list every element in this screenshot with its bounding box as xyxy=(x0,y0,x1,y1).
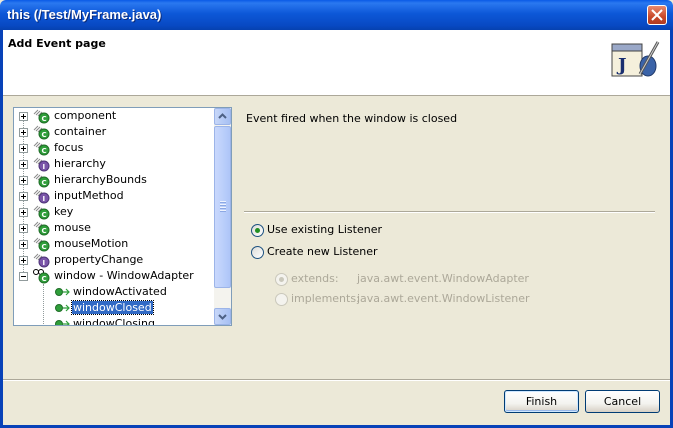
event-tree[interactable]: C component C container C focus I hierar… xyxy=(13,107,232,326)
tree-item-label: inputMethod xyxy=(54,189,124,202)
radio-button xyxy=(275,293,288,306)
tree-item-mouse[interactable]: C mouse xyxy=(14,220,214,236)
expand-icon[interactable] xyxy=(19,128,28,137)
class-event-icon: C xyxy=(33,269,50,284)
listener-method-icon xyxy=(55,288,70,296)
expand-icon[interactable] xyxy=(19,256,28,265)
tree-child-windowClosed[interactable]: windowClosed xyxy=(14,300,214,316)
collapse-icon[interactable] xyxy=(19,272,28,281)
class-event-icon: C xyxy=(33,109,50,124)
grip-line xyxy=(220,210,226,211)
radio-button xyxy=(275,273,288,286)
tree-item-label: key xyxy=(54,205,74,218)
radio-label: implements: xyxy=(291,292,360,305)
title-bar[interactable]: this (/Test/MyFrame.java) xyxy=(0,0,673,30)
svg-text:I: I xyxy=(43,195,46,203)
divider xyxy=(244,211,655,212)
svg-text:J: J xyxy=(616,55,627,76)
page-title: Add Event page xyxy=(8,37,106,50)
expand-icon[interactable] xyxy=(19,224,28,233)
expand-icon[interactable] xyxy=(19,160,28,169)
tree-item-hierarchy[interactable]: I hierarchy xyxy=(14,156,214,172)
tree-item-component[interactable]: C component xyxy=(14,108,214,124)
radio-button[interactable] xyxy=(251,246,264,259)
class-event-icon: C xyxy=(33,221,50,236)
class-event-icon: C xyxy=(33,173,50,188)
class-event-icon: C xyxy=(33,237,50,252)
svg-text:I: I xyxy=(43,163,46,171)
scroll-thumb[interactable] xyxy=(214,126,231,288)
expand-icon[interactable] xyxy=(19,192,28,201)
tree-item-label: component xyxy=(54,109,117,122)
implements-value: java.awt.event.WindowListener xyxy=(357,292,530,305)
chevron-up-icon xyxy=(218,113,227,119)
svg-text:C: C xyxy=(42,275,47,283)
tree-item-label: mouseMotion xyxy=(54,237,129,250)
tree-child-label: windowClosing xyxy=(73,317,155,326)
event-description: Event fired when the window is closed xyxy=(246,112,458,125)
tree-item-container[interactable]: C container xyxy=(14,124,214,140)
page-header: Add Event page J xyxy=(3,30,670,96)
tree-item-focus[interactable]: C focus xyxy=(14,140,214,156)
tree-child-label: windowClosed xyxy=(71,300,154,315)
interface-event-icon: I xyxy=(33,157,50,172)
expand-icon[interactable] xyxy=(19,176,28,185)
svg-text:C: C xyxy=(42,211,47,219)
svg-text:C: C xyxy=(42,147,47,155)
expand-icon[interactable] xyxy=(19,144,28,153)
radio-button[interactable] xyxy=(251,224,264,237)
listener-method-icon xyxy=(55,320,70,325)
tree-item-mouseMotion[interactable]: C mouseMotion xyxy=(14,236,214,252)
class-event-icon: C xyxy=(33,205,50,220)
interface-event-icon: I xyxy=(33,253,50,268)
java-bean-icon: J xyxy=(611,41,660,77)
interface-event-icon: I xyxy=(33,189,50,204)
scroll-down-button[interactable] xyxy=(214,308,231,325)
svg-text:C: C xyxy=(42,227,47,235)
radio-label: Use existing Listener xyxy=(267,223,382,236)
svg-text:C: C xyxy=(42,243,47,251)
button-bar-divider xyxy=(3,379,670,380)
tree-item-label: container xyxy=(54,125,107,138)
close-button[interactable] xyxy=(647,5,667,25)
tree-item-inputMethod[interactable]: I inputMethod xyxy=(14,188,214,204)
tree-item-window[interactable]: C window - WindowAdapter xyxy=(14,268,214,284)
tree-item-label: hierarchyBounds xyxy=(54,173,147,186)
expand-icon[interactable] xyxy=(19,112,28,121)
grip-line xyxy=(220,201,226,202)
grip-line xyxy=(220,204,226,205)
radio-label: Create new Listener xyxy=(267,245,378,258)
tree-child-label: windowActivated xyxy=(73,285,167,298)
tree-scrollbar[interactable] xyxy=(214,108,231,325)
class-event-icon: C xyxy=(33,125,50,140)
chevron-down-icon xyxy=(218,314,227,320)
svg-text:C: C xyxy=(42,115,47,123)
finish-button[interactable]: Finish xyxy=(504,390,579,413)
svg-text:C: C xyxy=(42,131,47,139)
listener-method-icon xyxy=(55,304,70,312)
tree-child-windowClosing[interactable]: windowClosing xyxy=(14,316,214,326)
tree-item-label: hierarchy xyxy=(54,157,106,170)
tree-item-label: focus xyxy=(54,141,84,154)
class-event-icon: C xyxy=(33,141,50,156)
grip-line xyxy=(220,207,226,208)
expand-icon[interactable] xyxy=(19,240,28,249)
tree-child-windowActivated[interactable]: windowActivated xyxy=(14,284,214,300)
close-icon xyxy=(651,9,663,21)
tree-item-label: window - WindowAdapter xyxy=(54,269,194,282)
svg-text:C: C xyxy=(42,179,47,187)
tree-item-propertyChange[interactable]: I propertyChange xyxy=(14,252,214,268)
radio-label: extends: xyxy=(291,272,339,285)
window-title: this (/Test/MyFrame.java) xyxy=(7,7,162,22)
tree-item-label: propertyChange xyxy=(54,253,144,266)
tree-item-key[interactable]: C key xyxy=(14,204,214,220)
tree-item-label: mouse xyxy=(54,221,91,234)
expand-icon[interactable] xyxy=(19,208,28,217)
extends-value: java.awt.event.WindowAdapter xyxy=(357,272,529,285)
cancel-button[interactable]: Cancel xyxy=(585,390,660,413)
tree-item-hierarchyBounds[interactable]: C hierarchyBounds xyxy=(14,172,214,188)
svg-text:I: I xyxy=(43,259,46,267)
scroll-up-button[interactable] xyxy=(214,108,231,125)
